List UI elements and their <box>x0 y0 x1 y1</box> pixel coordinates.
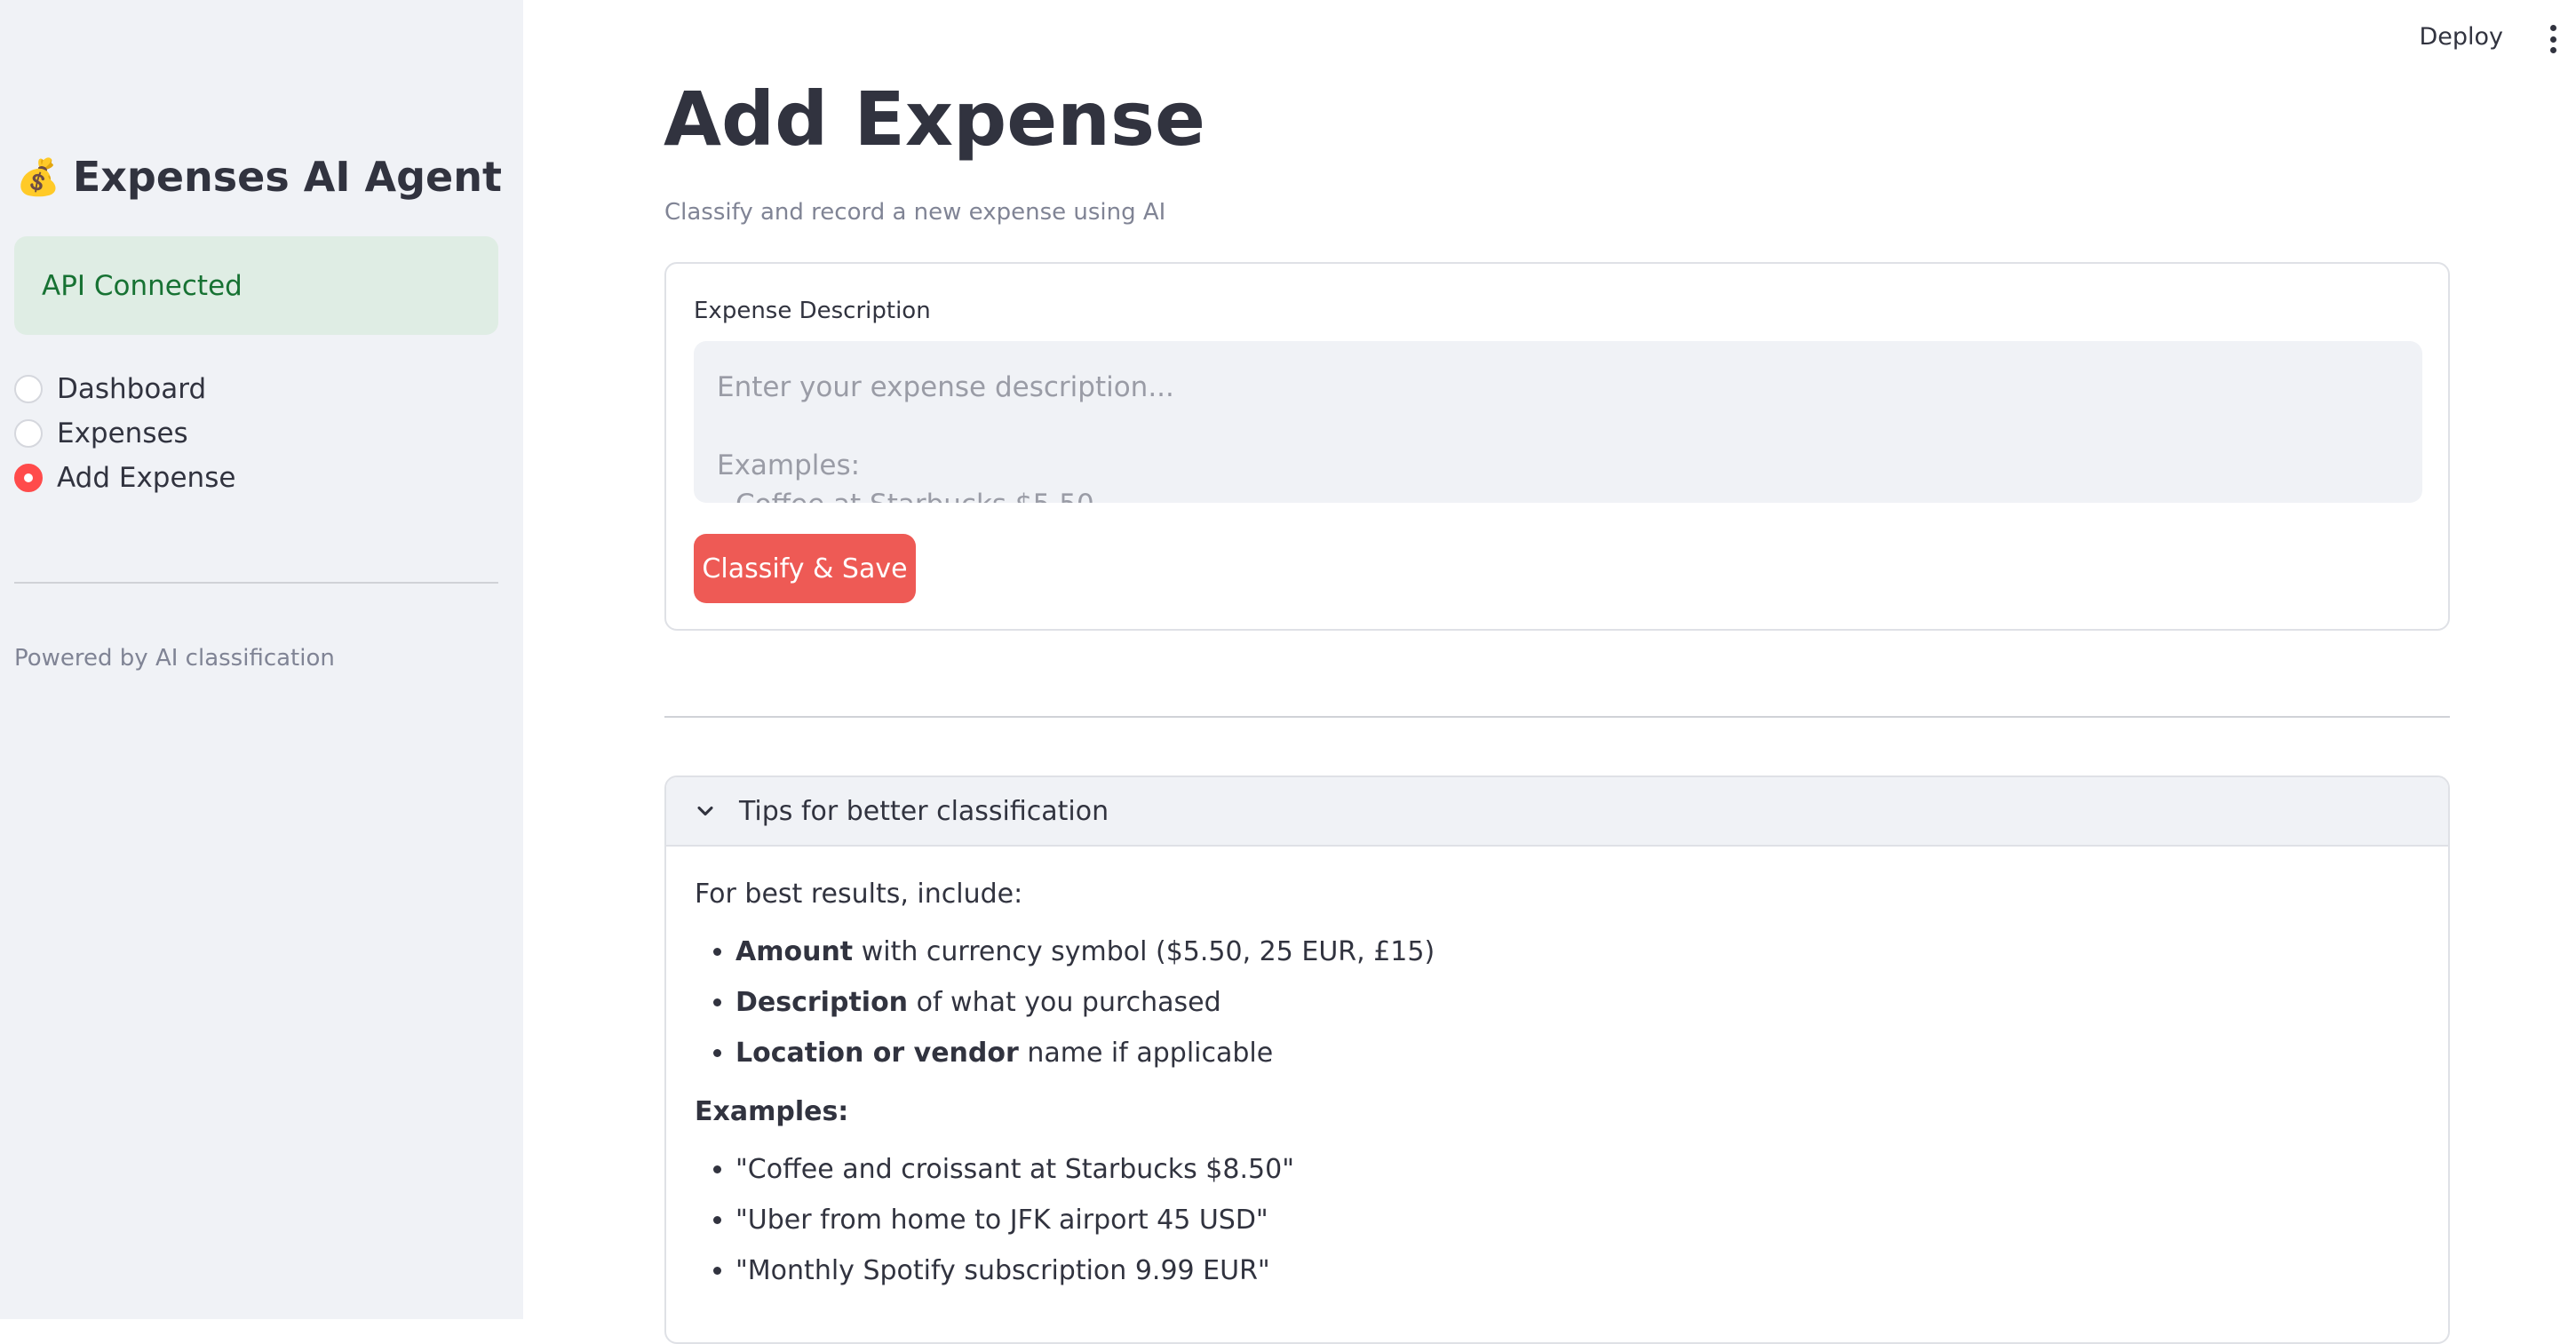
page-nav-radio-group: Dashboard Expenses Add Expense <box>14 367 235 500</box>
app-title-text: Expenses AI Agent <box>72 153 502 201</box>
examples-label: Examples: <box>695 1096 2420 1127</box>
tips-expander-title: Tips for better classification <box>739 795 1109 827</box>
api-status-text: API Connected <box>42 269 242 302</box>
menu-dot <box>2549 36 2556 43</box>
tip-item: Amount with currency symbol ($5.50, 25 E… <box>735 934 2420 970</box>
classify-save-button[interactable]: Classify & Save <box>694 534 916 603</box>
expense-description-label: Expense Description <box>694 298 931 324</box>
examples-label-text: Examples: <box>695 1096 849 1127</box>
nav-item-add-expense[interactable]: Add Expense <box>14 456 235 500</box>
page-caption: Classify and record a new expense using … <box>664 199 1166 226</box>
nav-item-label: Add Expense <box>57 462 236 494</box>
sidebar-divider <box>14 582 498 584</box>
main-menu-icon[interactable] <box>2546 25 2560 53</box>
examples-list: "Coffee and croissant at Starbucks $8.50… <box>695 1152 2420 1289</box>
tips-intro: For best results, include: <box>695 879 1023 910</box>
tips-expander-body: For best results, include: Amount with c… <box>666 847 2448 1289</box>
tip-item-text: with currency symbol ($5.50, 25 EUR, £15… <box>853 936 1435 967</box>
chevron-down-icon <box>697 806 713 816</box>
radio-add-expense[interactable] <box>14 464 43 492</box>
expense-form: Expense Description Classify & Save <box>664 262 2450 631</box>
deploy-button[interactable]: Deploy <box>2419 23 2503 51</box>
tip-item: Location or vendor name if applicable <box>735 1036 2420 1071</box>
sidebar-caption: Powered by AI classification <box>14 645 335 672</box>
tips-expander: Tips for better classification For best … <box>664 775 2450 1344</box>
radio-expenses[interactable] <box>14 419 43 448</box>
nav-item-label: Expenses <box>57 418 188 449</box>
app-title: 💰 Expenses AI Agent <box>16 153 502 201</box>
tip-item-text: of what you purchased <box>908 987 1221 1018</box>
menu-dot <box>2549 25 2556 31</box>
example-item: "Monthly Spotify subscription 9.99 EUR" <box>735 1253 2420 1289</box>
sidebar: 💰 Expenses AI Agent API Connected Dashbo… <box>0 0 523 1319</box>
example-item: "Uber from home to JFK airport 45 USD" <box>735 1203 2420 1238</box>
example-item: "Coffee and croissant at Starbucks $8.50… <box>735 1152 2420 1188</box>
tip-item: Description of what you purchased <box>735 985 2420 1021</box>
api-status-banner: API Connected <box>14 236 498 335</box>
tip-item-text: name if applicable <box>1018 1038 1274 1069</box>
money-bag-icon: 💰 <box>16 156 60 198</box>
tip-item-bold: Location or vendor <box>735 1038 1019 1069</box>
tips-list: Amount with currency symbol ($5.50, 25 E… <box>695 934 2420 1071</box>
nav-item-label: Dashboard <box>57 373 207 405</box>
nav-item-dashboard[interactable]: Dashboard <box>14 367 235 411</box>
main-divider <box>664 716 2450 718</box>
menu-dot <box>2549 47 2556 53</box>
expense-description-input[interactable] <box>694 341 2422 503</box>
nav-item-expenses[interactable]: Expenses <box>14 411 235 456</box>
radio-dashboard[interactable] <box>14 375 43 403</box>
page-title: Add Expense <box>664 76 1205 163</box>
tips-expander-header[interactable]: Tips for better classification <box>666 777 2448 847</box>
tip-item-bold: Description <box>735 987 909 1018</box>
tip-item-bold: Amount <box>735 936 854 967</box>
